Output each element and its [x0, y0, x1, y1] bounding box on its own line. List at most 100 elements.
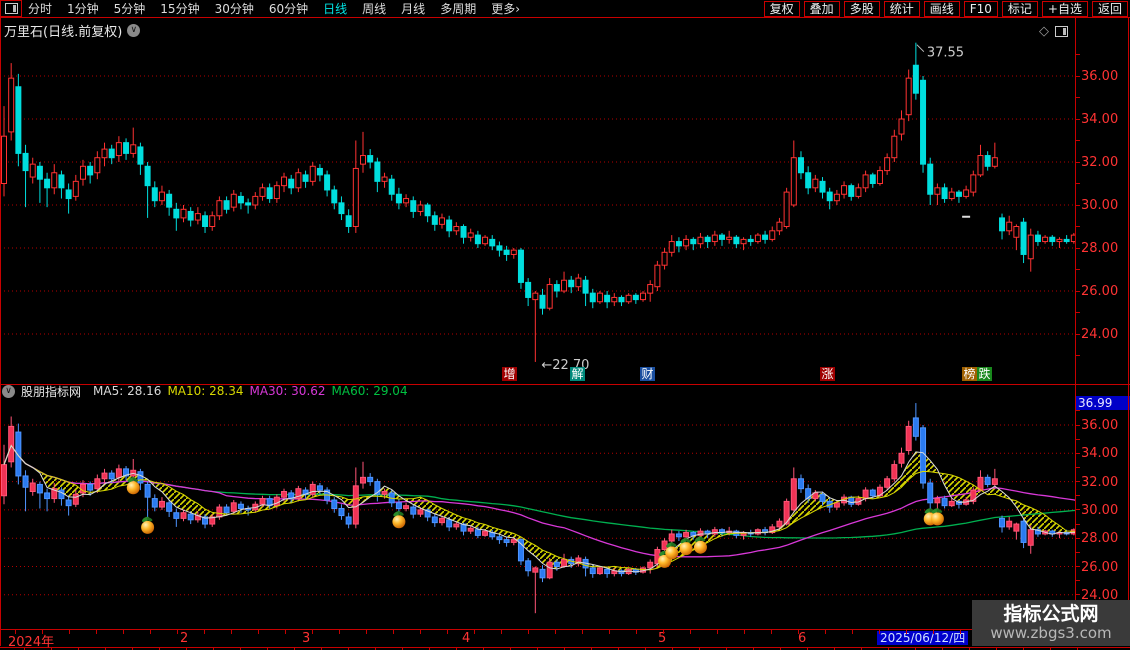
ma-label: MA60: 29.04 [332, 384, 408, 398]
signal-ball-icon [392, 510, 405, 528]
signal-ball-icon [141, 516, 154, 534]
toolbar-button-+自选[interactable]: +自选 [1042, 1, 1088, 17]
axis-tick [1075, 439, 1080, 440]
axis-tick [1075, 334, 1080, 335]
price-axis-label: 34.00 [1081, 112, 1127, 127]
date-tick [204, 630, 205, 634]
period-tab-15分钟[interactable]: 15分钟 [160, 0, 199, 17]
axis-tick [1075, 467, 1080, 468]
chevron-down-icon[interactable]: ∨ [2, 385, 15, 398]
axis-tick [1075, 226, 1080, 227]
axis-tick [1075, 162, 1080, 163]
date-tick [663, 630, 664, 634]
toolbar-button-返回[interactable]: 返回 [1092, 1, 1128, 17]
toolbar-button-叠加[interactable]: 叠加 [804, 1, 840, 17]
date-tick [312, 630, 313, 634]
date-tick [393, 630, 394, 634]
date-axis: 2024年234562025/06/12/四 [0, 629, 1130, 648]
axis-tick [1075, 509, 1080, 510]
date-tick [609, 630, 610, 634]
main-candlestick-chart[interactable]: 37.55←22.70增解财涨榜跌 [0, 40, 1075, 384]
event-badge-text: 跌 [978, 366, 990, 381]
period-tab-月线[interactable]: 月线 [401, 0, 425, 17]
period-tab-5分钟[interactable]: 5分钟 [114, 0, 146, 17]
price-axis-label: 28.00 [1081, 241, 1127, 256]
period-tab-周线[interactable]: 周线 [362, 0, 386, 17]
price-axis-label: 24.00 [1081, 327, 1127, 342]
action-buttons: 复权叠加多股统计画线F10标记+自选返回 [764, 1, 1130, 17]
price-axis-label: 28.00 [1081, 531, 1127, 546]
price-axis-label: 32.00 [1081, 155, 1127, 170]
event-badge-text: 榜 [963, 366, 975, 381]
axis-tick [1075, 76, 1080, 77]
axis-tick [1075, 566, 1080, 567]
window-icon[interactable] [1055, 26, 1068, 37]
axis-tick [1075, 580, 1080, 581]
top-toolbar: 分时 1分钟 5分钟 15分钟 30分钟 60分钟日线周线月线多周期更多› 复权叠加多股统… [0, 0, 1130, 18]
period-tab-更多›[interactable]: 更多› [491, 0, 520, 17]
event-badge-text: 财 [641, 367, 653, 381]
date-tick [150, 630, 151, 634]
toolbar-button-复权[interactable]: 复权 [764, 1, 800, 17]
date-tick [636, 630, 637, 634]
date-tick [447, 630, 448, 634]
event-badge-text: 涨 [821, 366, 833, 381]
high-annotation: 37.55 [927, 46, 964, 61]
axis-tick [1075, 312, 1080, 313]
date-tick [96, 630, 97, 634]
current-value-badge: 36.99 [1076, 396, 1130, 410]
date-tick [960, 630, 961, 634]
price-axis-label: 32.00 [1081, 475, 1127, 490]
toolbar-button-多股[interactable]: 多股 [844, 1, 880, 17]
date-tick [744, 630, 745, 634]
chart-title-row: 万里石(日线.前复权) ∨ [4, 21, 140, 39]
toolbar-button-画线[interactable]: 画线 [924, 1, 960, 17]
date-tick [258, 630, 259, 634]
date-tick [42, 630, 43, 634]
period-tab-日线[interactable]: 日线 [323, 0, 347, 17]
stock-chart-app: 分时 1分钟 5分钟 15分钟 30分钟 60分钟日线周线月线多周期更多› 复权叠加多股统… [0, 0, 1130, 650]
axis-tick [1075, 248, 1080, 249]
price-axis-label: 30.00 [1081, 198, 1127, 213]
right-frame-line [1128, 18, 1129, 646]
date-tick [420, 630, 421, 634]
ma-label: MA10: 28.34 [167, 384, 243, 398]
ma-ribbon [4, 446, 1075, 572]
stock-title: 万里石(日线.前复权) [4, 21, 122, 40]
period-tab-分时[interactable]: 分时 [28, 0, 52, 17]
candles-group [2, 403, 1076, 613]
toolbar-button-F10[interactable]: F10 [964, 1, 998, 17]
diamond-icon[interactable]: ◇ [1039, 25, 1049, 38]
indicator-candlestick-chart[interactable] [0, 397, 1075, 628]
axis-tick [1075, 481, 1080, 482]
watermark: 指标公式网 www.zbgs3.com [972, 600, 1130, 646]
axis-tick [1075, 205, 1080, 206]
dash-marker [962, 216, 970, 218]
period-tab-1分钟[interactable]: 1分钟 [67, 0, 99, 17]
toolbar-button-统计[interactable]: 统计 [884, 1, 920, 17]
axis-tick [1075, 552, 1080, 553]
date-tick [582, 630, 583, 634]
ma-label: MA30: 30.62 [249, 384, 325, 398]
period-tab-多周期[interactable]: 多周期 [440, 0, 476, 17]
toolbar-button-标记[interactable]: 标记 [1002, 1, 1038, 17]
axis-tick [1075, 54, 1080, 55]
axis-tick [1075, 425, 1080, 426]
date-label: 2 [180, 631, 188, 646]
period-menu: 分时 1分钟 5分钟 15分钟 30分钟 60分钟日线周线月线多周期更多› [28, 0, 520, 17]
event-badge-text: 解 [571, 367, 583, 381]
axis-tick [1075, 410, 1080, 411]
date-tick [285, 630, 286, 634]
left-frame-line [0, 18, 1, 646]
period-tab-30分钟[interactable]: 30分钟 [215, 0, 254, 17]
axis-tick [1075, 355, 1080, 356]
date-tick [690, 630, 691, 634]
window-split-icon[interactable] [0, 0, 22, 17]
event-badge-text: 增 [503, 367, 515, 381]
chevron-down-icon[interactable]: ∨ [127, 24, 140, 37]
period-tab-60分钟[interactable]: 60分钟 [269, 0, 308, 17]
date-tick [906, 630, 907, 634]
date-tick [366, 630, 367, 634]
date-tick [555, 630, 556, 634]
date-tick [339, 630, 340, 634]
